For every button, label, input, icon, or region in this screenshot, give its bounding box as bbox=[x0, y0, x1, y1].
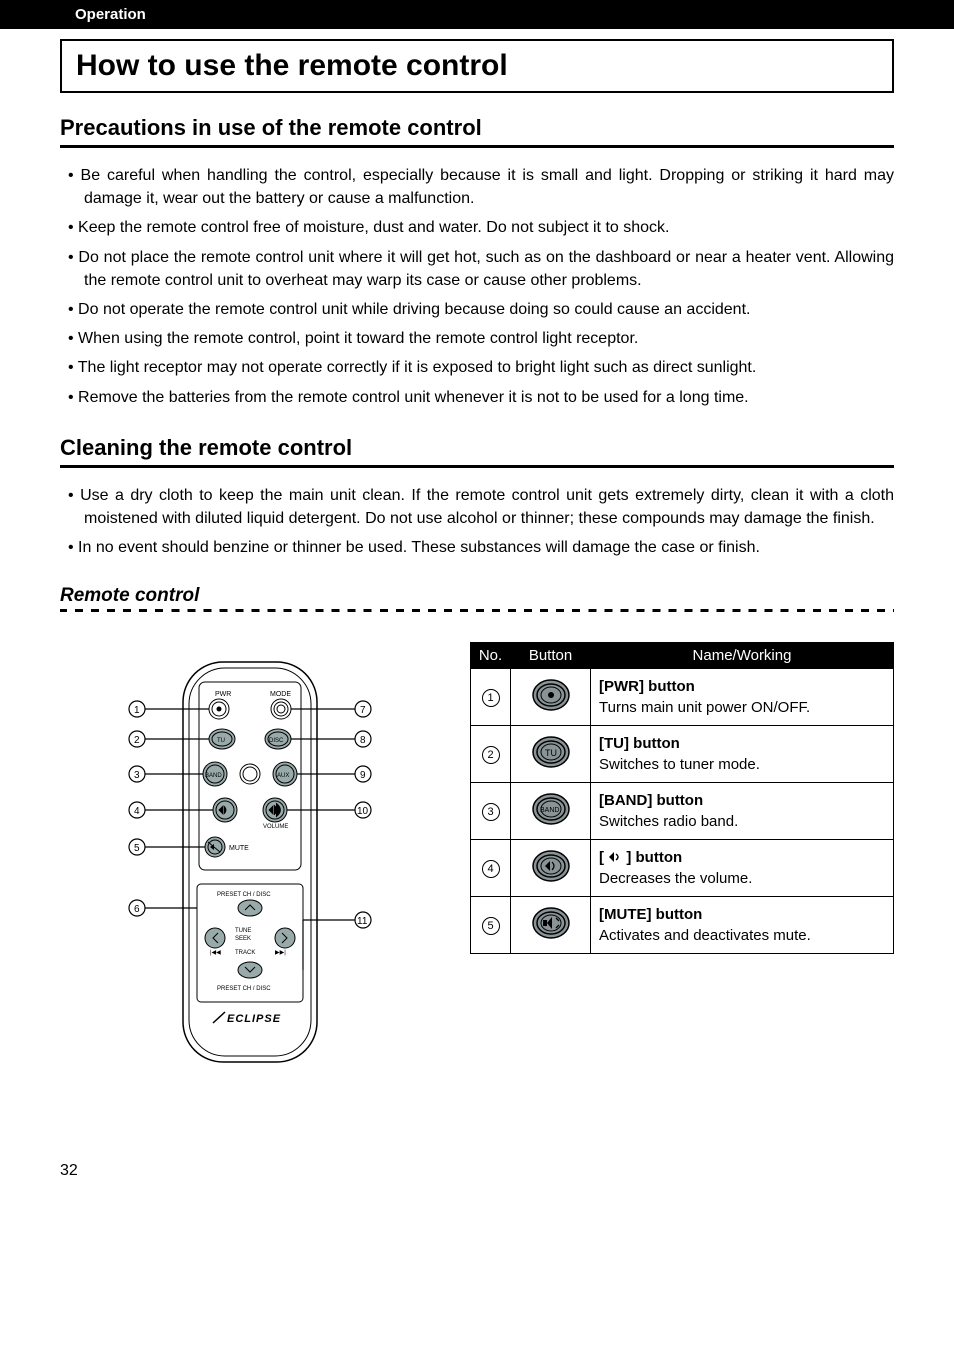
list-item: In no event should benzine or thinner be… bbox=[84, 536, 894, 559]
svg-text:BAND: BAND bbox=[205, 773, 222, 779]
list-item: Do not place the remote control unit whe… bbox=[84, 246, 894, 292]
table-row: 3 BAND [BAND] button Switches radio bbox=[471, 783, 894, 840]
svg-text:ECLIPSE: ECLIPSE bbox=[227, 1013, 281, 1025]
dashed-divider bbox=[60, 609, 894, 612]
page-title: How to use the remote control bbox=[60, 39, 894, 93]
svg-text:TU: TU bbox=[217, 738, 225, 744]
svg-text:11: 11 bbox=[357, 916, 368, 927]
button-name: [ ] button bbox=[599, 849, 682, 866]
table-row: 2 TU [TU] button Switches to tuner m bbox=[471, 726, 894, 783]
button-name: [MUTE] button bbox=[599, 906, 702, 923]
button-desc: Decreases the volume. bbox=[599, 870, 752, 887]
button-desc: Turns main unit power ON/OFF. bbox=[599, 699, 810, 716]
button-desc: Switches to tuner mode. bbox=[599, 756, 760, 773]
list-item: Be careful when handling the control, es… bbox=[84, 164, 894, 210]
button-name: [BAND] button bbox=[599, 792, 703, 809]
svg-text:PRESET CH / DISC: PRESET CH / DISC bbox=[217, 986, 271, 992]
row-number-icon: 4 bbox=[482, 860, 500, 878]
list-item: Do not operate the remote control unit w… bbox=[84, 298, 894, 321]
list-item: Remove the batteries from the remote con… bbox=[84, 386, 894, 409]
tu-button-icon: TU bbox=[529, 732, 573, 772]
button-table: No. Button Name/Working 1 bbox=[470, 642, 894, 954]
divider bbox=[60, 465, 894, 468]
svg-text:AUX: AUX bbox=[277, 773, 289, 779]
row-number-icon: 5 bbox=[482, 917, 500, 935]
button-name: [TU] button bbox=[599, 735, 680, 752]
svg-text:2: 2 bbox=[134, 735, 140, 746]
svg-text:MUTE: MUTE bbox=[229, 845, 249, 852]
table-header-no: No. bbox=[471, 643, 511, 669]
svg-text:▶▶|: ▶▶| bbox=[275, 950, 286, 956]
button-name: [PWR] button bbox=[599, 678, 695, 695]
button-desc: Switches radio band. bbox=[599, 813, 738, 830]
svg-text:6: 6 bbox=[134, 904, 140, 915]
svg-text:PWR: PWR bbox=[215, 691, 231, 698]
svg-text:8: 8 bbox=[360, 735, 366, 746]
row-number-icon: 1 bbox=[482, 689, 500, 707]
svg-text:3: 3 bbox=[134, 770, 140, 781]
table-row: 4 [ ] button bbox=[471, 840, 894, 897]
list-item: Use a dry cloth to keep the main unit cl… bbox=[84, 484, 894, 530]
table-row: 1 [PWR] button Turns main unit powe bbox=[471, 669, 894, 726]
table-row: 5 bbox=[471, 897, 894, 954]
cleaning-list: Use a dry cloth to keep the main unit cl… bbox=[60, 484, 894, 560]
precautions-heading: Precautions in use of the remote control bbox=[60, 115, 894, 141]
row-number-icon: 3 bbox=[482, 803, 500, 821]
svg-text:9: 9 bbox=[360, 770, 366, 781]
table-header-button: Button bbox=[511, 643, 591, 669]
section-header-bar: Operation bbox=[0, 0, 954, 29]
svg-text:10: 10 bbox=[357, 806, 369, 817]
svg-text:TRACK: TRACK bbox=[235, 950, 255, 956]
svg-text:TUNE: TUNE bbox=[235, 928, 251, 934]
remote-control-subheading: Remote control bbox=[60, 585, 894, 607]
table-header-name: Name/Working bbox=[591, 643, 894, 669]
svg-text:TU: TU bbox=[545, 748, 557, 758]
svg-text:PRESET CH / DISC: PRESET CH / DISC bbox=[217, 892, 271, 898]
svg-text:SEEK: SEEK bbox=[235, 936, 251, 942]
speaker-low-icon bbox=[608, 851, 622, 863]
svg-text:5: 5 bbox=[134, 843, 140, 854]
list-item: When using the remote control, point it … bbox=[84, 327, 894, 350]
precautions-list: Be careful when handling the control, es… bbox=[60, 164, 894, 409]
svg-text:VOLUME: VOLUME bbox=[263, 824, 288, 830]
band-button-icon: BAND bbox=[529, 789, 573, 829]
svg-text:7: 7 bbox=[360, 705, 366, 716]
svg-text:DISC: DISC bbox=[269, 738, 284, 744]
svg-text:1: 1 bbox=[134, 705, 140, 716]
svg-text:MODE: MODE bbox=[270, 691, 291, 698]
svg-text:4: 4 bbox=[134, 806, 140, 817]
pwr-button-icon bbox=[529, 675, 573, 715]
svg-text:|◀◀: |◀◀ bbox=[210, 950, 221, 956]
svg-text:BAND: BAND bbox=[540, 807, 559, 814]
vol-down-button-icon bbox=[529, 846, 573, 886]
row-number-icon: 2 bbox=[482, 746, 500, 764]
list-item: Keep the remote control free of moisture… bbox=[84, 216, 894, 239]
mute-button-icon bbox=[529, 903, 573, 943]
list-item: The light receptor may not operate corre… bbox=[84, 356, 894, 379]
button-desc: Activates and deactivates mute. bbox=[599, 927, 811, 944]
divider bbox=[60, 145, 894, 148]
page-number: 32 bbox=[60, 1162, 894, 1180]
remote-control-diagram: PWR MODE TU DISC BAND AUX bbox=[60, 642, 440, 1082]
cleaning-heading: Cleaning the remote control bbox=[60, 435, 894, 461]
